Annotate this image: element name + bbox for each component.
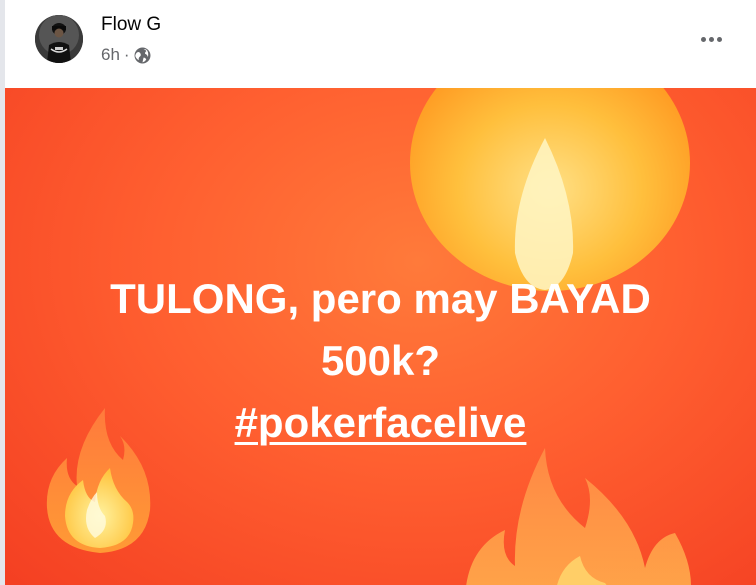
post-meta: 6h · bbox=[101, 45, 151, 65]
image-headline: TULONG, pero may BAYAD 500k? #pokerfacel… bbox=[5, 268, 756, 454]
author-name[interactable]: Flow G bbox=[101, 14, 161, 36]
fire-emoji-icon bbox=[410, 88, 690, 291]
post-image[interactable]: TULONG, pero may BAYAD 500k? #pokerfacel… bbox=[5, 88, 756, 585]
avatar-image bbox=[35, 15, 83, 63]
post-timestamp[interactable]: 6h bbox=[101, 45, 120, 65]
globe-icon[interactable] bbox=[134, 47, 151, 64]
hashtag-link[interactable]: #pokerfacelive bbox=[235, 399, 527, 446]
meta-separator: · bbox=[123, 45, 130, 64]
headline-line-1: TULONG, pero may BAYAD bbox=[110, 275, 651, 322]
post-header: Flow G 6h · bbox=[5, 0, 756, 88]
avatar[interactable] bbox=[35, 15, 83, 63]
headline-line-2: 500k? bbox=[320, 337, 441, 384]
more-options-icon[interactable] bbox=[696, 24, 726, 54]
post-card: Flow G 6h · TULONG, pero may BAYAD 500k?… bbox=[5, 0, 756, 585]
fire-emoji-icon bbox=[466, 448, 691, 585]
